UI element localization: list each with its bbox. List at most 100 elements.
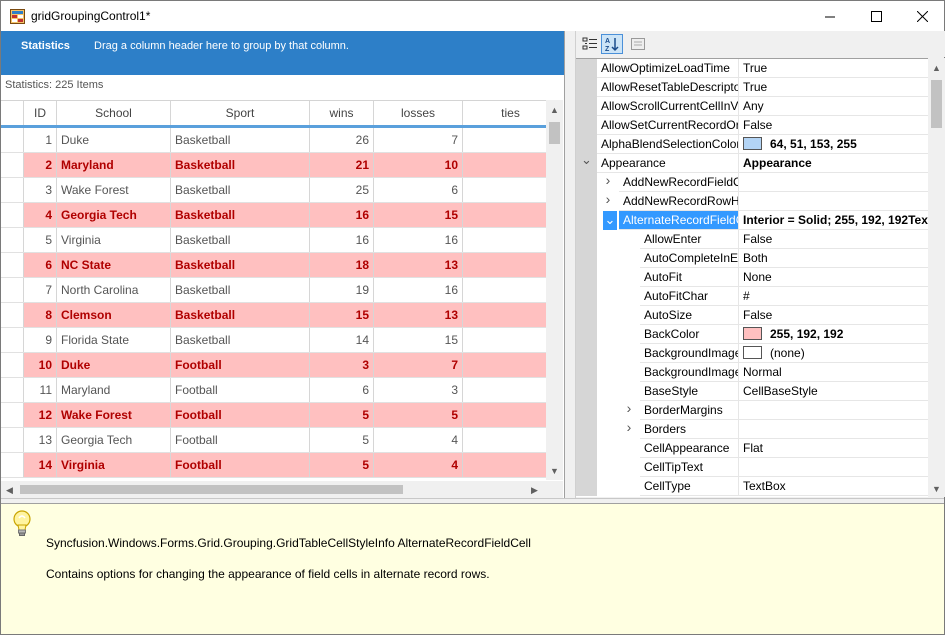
property-name[interactable]: AutoFit bbox=[640, 268, 739, 287]
cell-id[interactable]: 6 bbox=[24, 253, 57, 277]
cell-sport[interactable]: Basketball bbox=[171, 328, 310, 352]
property-name[interactable]: BackgroundImage bbox=[640, 344, 739, 363]
cell-ties[interactable] bbox=[463, 378, 546, 402]
row-header[interactable] bbox=[1, 203, 24, 227]
property-value[interactable]: True bbox=[739, 59, 928, 78]
property-name[interactable]: BackgroundImage bbox=[640, 363, 739, 382]
property-value[interactable]: Flat bbox=[739, 439, 928, 458]
property-value[interactable] bbox=[739, 420, 928, 439]
scroll-down-icon[interactable]: ▼ bbox=[550, 466, 559, 476]
property-row[interactable]: Appearance ⌄ Appearance bbox=[576, 153, 928, 173]
property-value[interactable]: False bbox=[739, 306, 928, 325]
cell-ties[interactable] bbox=[463, 153, 546, 177]
cell-losses[interactable]: 10 bbox=[374, 153, 463, 177]
property-name[interactable]: AddNewRecordRowH bbox=[619, 192, 739, 211]
property-value[interactable] bbox=[739, 458, 928, 477]
cell-id[interactable]: 1 bbox=[24, 128, 57, 152]
table-row[interactable]: 10 Duke Football 3 7 bbox=[1, 353, 546, 378]
chevron-right-icon[interactable]: › bbox=[624, 401, 634, 415]
cell-school[interactable]: NC State bbox=[57, 253, 171, 277]
property-row[interactable]: AlphaBlendSelectionColor 64, 51, 153, 255 bbox=[576, 135, 928, 154]
cell-wins[interactable]: 5 bbox=[310, 403, 374, 427]
cell-losses[interactable]: 6 bbox=[374, 178, 463, 202]
grid-vscroll-thumb[interactable] bbox=[549, 122, 560, 144]
property-row[interactable]: AllowSetCurrentRecordOr False bbox=[576, 116, 928, 135]
column-header-id[interactable]: ID bbox=[24, 101, 57, 125]
cell-wins[interactable]: 18 bbox=[310, 253, 374, 277]
cell-sport[interactable]: Basketball bbox=[171, 278, 310, 302]
table-row[interactable]: 1 Duke Basketball 26 7 bbox=[1, 128, 546, 153]
property-row[interactable]: AddNewRecordRowH › bbox=[576, 192, 928, 211]
cell-losses[interactable]: 3 bbox=[374, 378, 463, 402]
property-value[interactable]: Any bbox=[739, 97, 928, 116]
cell-ties[interactable] bbox=[463, 278, 546, 302]
row-header[interactable] bbox=[1, 353, 24, 377]
property-row[interactable]: BorderMargins › bbox=[576, 401, 928, 420]
cell-sport[interactable]: Football bbox=[171, 353, 310, 377]
property-row[interactable]: Borders › bbox=[576, 420, 928, 439]
cell-school[interactable]: Clemson bbox=[57, 303, 171, 327]
property-pages-button[interactable] bbox=[627, 34, 649, 54]
property-name[interactable]: BackColor bbox=[640, 325, 739, 344]
maximize-button[interactable] bbox=[853, 1, 899, 31]
column-header-sport[interactable]: Sport bbox=[171, 101, 310, 125]
property-name[interactable]: AlphaBlendSelectionColor bbox=[597, 135, 739, 154]
property-value[interactable] bbox=[739, 401, 928, 420]
cell-wins[interactable]: 26 bbox=[310, 128, 374, 152]
cell-losses[interactable]: 5 bbox=[374, 403, 463, 427]
property-row[interactable]: CellAppearance Flat bbox=[576, 439, 928, 458]
cell-wins[interactable]: 6 bbox=[310, 378, 374, 402]
table-row[interactable]: 7 North Carolina Basketball 19 16 bbox=[1, 278, 546, 303]
cell-losses[interactable]: 7 bbox=[374, 128, 463, 152]
cell-school[interactable]: Florida State bbox=[57, 328, 171, 352]
row-header[interactable] bbox=[1, 278, 24, 302]
cell-school[interactable]: Georgia Tech bbox=[57, 428, 171, 452]
table-row[interactable]: 2 Maryland Basketball 21 10 bbox=[1, 153, 546, 178]
cell-ties[interactable] bbox=[463, 253, 546, 277]
cell-ties[interactable] bbox=[463, 453, 546, 477]
property-row[interactable]: AutoFitChar # bbox=[576, 287, 928, 306]
property-value[interactable]: TextBox bbox=[739, 477, 928, 496]
scroll-down-icon[interactable]: ▼ bbox=[932, 484, 941, 494]
cell-id[interactable]: 9 bbox=[24, 328, 57, 352]
cell-sport[interactable]: Football bbox=[171, 378, 310, 402]
cell-id[interactable]: 11 bbox=[24, 378, 57, 402]
cell-ties[interactable] bbox=[463, 203, 546, 227]
row-header[interactable] bbox=[1, 253, 24, 277]
cell-ties[interactable] bbox=[463, 353, 546, 377]
chevron-right-icon[interactable]: › bbox=[603, 192, 613, 206]
property-value[interactable] bbox=[739, 173, 928, 192]
cell-losses[interactable]: 16 bbox=[374, 228, 463, 252]
cell-losses[interactable]: 7 bbox=[374, 353, 463, 377]
chevron-down-icon[interactable]: ⌄ bbox=[581, 153, 592, 166]
cell-school[interactable]: Virginia bbox=[57, 228, 171, 252]
cell-wins[interactable]: 19 bbox=[310, 278, 374, 302]
property-value[interactable]: 64, 51, 153, 255 bbox=[739, 135, 928, 154]
table-row[interactable]: 14 Virginia Football 5 4 bbox=[1, 453, 546, 478]
cell-school[interactable]: Virginia bbox=[57, 453, 171, 477]
row-header[interactable] bbox=[1, 303, 24, 327]
cell-wins[interactable]: 3 bbox=[310, 353, 374, 377]
row-header[interactable] bbox=[1, 403, 24, 427]
row-header[interactable] bbox=[1, 153, 24, 177]
property-value[interactable]: (none) bbox=[739, 344, 928, 363]
cell-ties[interactable] bbox=[463, 303, 546, 327]
property-name[interactable]: AllowEnter bbox=[640, 230, 739, 249]
scroll-right-icon[interactable]: ▶ bbox=[531, 485, 538, 495]
property-value[interactable]: Normal bbox=[739, 363, 928, 382]
property-value[interactable]: False bbox=[739, 230, 928, 249]
cell-losses[interactable]: 4 bbox=[374, 453, 463, 477]
property-name[interactable]: AllowSetCurrentRecordOr bbox=[597, 116, 739, 135]
cell-sport[interactable]: Basketball bbox=[171, 178, 310, 202]
grid-hscroll-thumb[interactable] bbox=[20, 485, 403, 494]
property-name[interactable]: Borders bbox=[640, 420, 739, 439]
property-value[interactable]: False bbox=[739, 116, 928, 135]
cell-school[interactable]: Maryland bbox=[57, 153, 171, 177]
table-row[interactable]: 12 Wake Forest Football 5 5 bbox=[1, 403, 546, 428]
cell-losses[interactable]: 15 bbox=[374, 328, 463, 352]
cell-sport[interactable]: Basketball bbox=[171, 303, 310, 327]
property-name[interactable]: AllowScrollCurrentCellInV bbox=[597, 97, 739, 116]
cell-school[interactable]: Wake Forest bbox=[57, 403, 171, 427]
grid-vertical-scrollbar[interactable]: ▲ ▼ bbox=[546, 100, 563, 480]
property-name[interactable]: CellTipText bbox=[640, 458, 739, 477]
